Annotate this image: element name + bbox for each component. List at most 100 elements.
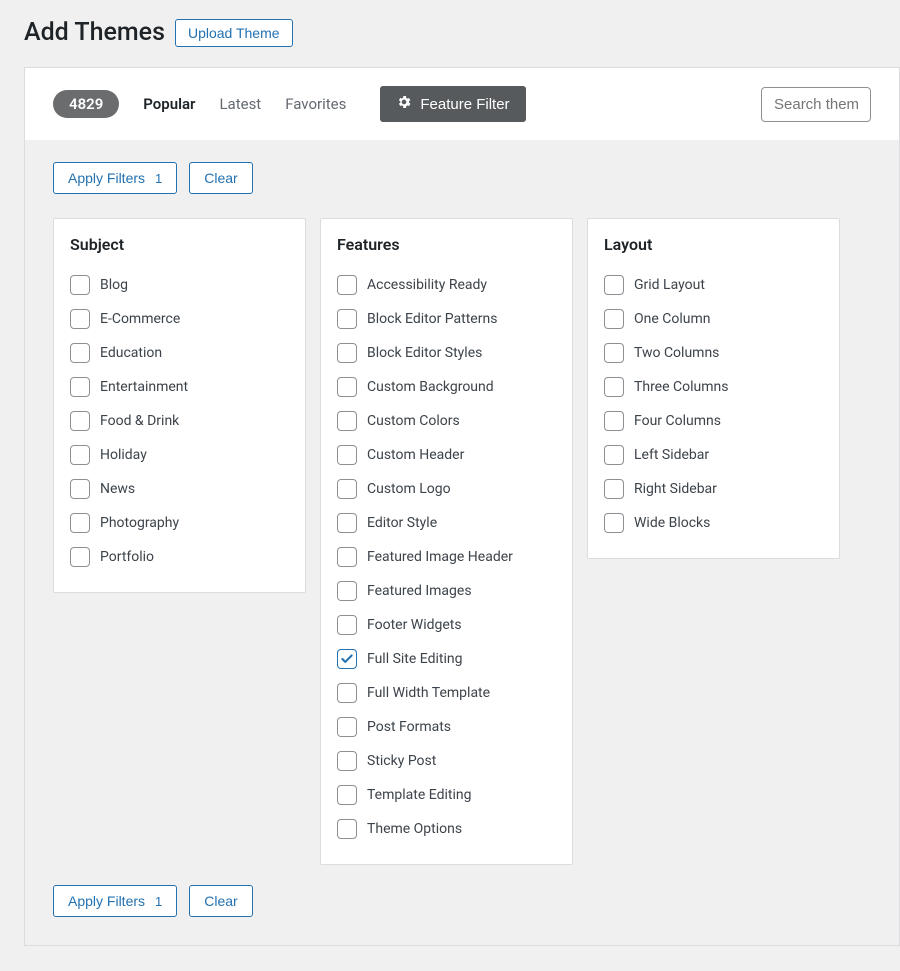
checkbox-icon (70, 275, 90, 295)
filter-item-label: Full Width Template (367, 685, 490, 701)
filter-checkbox-item[interactable]: Full Site Editing (337, 642, 556, 676)
filter-checkbox-item[interactable]: Education (70, 336, 289, 370)
filter-body: Apply Filters 1 Clear Subject Blog E-Comm… (25, 140, 899, 945)
filter-checkbox-item[interactable]: Editor Style (337, 506, 556, 540)
filter-checkbox-item[interactable]: News (70, 472, 289, 506)
filter-item-label: Footer Widgets (367, 617, 462, 633)
filter-item-label: Editor Style (367, 515, 437, 531)
filter-checkbox-item[interactable]: Food & Drink (70, 404, 289, 438)
filter-item-label: Template Editing (367, 787, 471, 803)
filter-checkbox-item[interactable]: Block Editor Styles (337, 336, 556, 370)
checkbox-icon (70, 479, 90, 499)
filter-checkbox-item[interactable]: One Column (604, 302, 823, 336)
apply-filters-button-bottom[interactable]: Apply Filters 1 (53, 885, 177, 917)
filter-checkbox-item[interactable]: Photography (70, 506, 289, 540)
filter-item-label: Food & Drink (100, 413, 179, 429)
checkbox-icon (70, 309, 90, 329)
header: Add Themes Upload Theme (24, 18, 900, 47)
checkbox-icon (337, 785, 357, 805)
checkbox-icon (70, 445, 90, 465)
filter-item-label: Portfolio (100, 549, 154, 565)
filter-item-label: Custom Background (367, 379, 494, 395)
filter-item-label: Sticky Post (367, 753, 436, 769)
filter-item-label: Custom Logo (367, 481, 451, 497)
checkbox-icon (604, 309, 624, 329)
filter-columns: Subject Blog E-Commerce Education Entertain… (53, 218, 871, 865)
search-input[interactable] (761, 87, 871, 122)
apply-filters-label: Apply Filters (68, 170, 145, 186)
filter-checkbox-item[interactable]: Accessibility Ready (337, 268, 556, 302)
filter-checkbox-item[interactable]: Full Width Template (337, 676, 556, 710)
tab-popular[interactable]: Popular (143, 95, 195, 113)
filter-checkbox-item[interactable]: Theme Options (337, 812, 556, 846)
filter-checkbox-item[interactable]: Wide Blocks (604, 506, 823, 540)
checkbox-icon (337, 343, 357, 363)
column-title-subject: Subject (70, 235, 289, 254)
checkbox-icon (604, 343, 624, 363)
tab-latest[interactable]: Latest (219, 95, 261, 113)
filter-checkbox-item[interactable]: Four Columns (604, 404, 823, 438)
checkbox-icon (337, 547, 357, 567)
filter-checkbox-item[interactable]: Post Formats (337, 710, 556, 744)
feature-filter-button[interactable]: Feature Filter (380, 86, 525, 122)
filter-item-label: Blog (100, 277, 128, 293)
filter-checkbox-item[interactable]: Left Sidebar (604, 438, 823, 472)
filter-item-label: Left Sidebar (634, 447, 709, 463)
filter-item-label: Holiday (100, 447, 147, 463)
filter-checkbox-item[interactable]: Featured Image Header (337, 540, 556, 574)
checkbox-icon (337, 309, 357, 329)
themes-panel: 4829 Popular Latest Favorites Feature Fi… (24, 67, 900, 946)
clear-button[interactable]: Clear (189, 162, 252, 194)
browse-bar: 4829 Popular Latest Favorites Feature Fi… (25, 68, 899, 140)
filter-item-label: Block Editor Patterns (367, 311, 497, 327)
filter-checkbox-item[interactable]: Template Editing (337, 778, 556, 812)
filter-item-label: One Column (634, 311, 711, 327)
checkbox-icon (604, 513, 624, 533)
column-subject: Subject Blog E-Commerce Education Entertain… (53, 218, 306, 593)
filter-checkbox-item[interactable]: Grid Layout (604, 268, 823, 302)
filter-item-label: E-Commerce (100, 311, 180, 327)
filter-checkbox-item[interactable]: Two Columns (604, 336, 823, 370)
filter-item-label: Featured Images (367, 583, 472, 599)
checkbox-icon (337, 377, 357, 397)
filter-checkbox-item[interactable]: Portfolio (70, 540, 289, 574)
clear-button-bottom[interactable]: Clear (189, 885, 252, 917)
filter-checkbox-item[interactable]: E-Commerce (70, 302, 289, 336)
filter-item-label: Entertainment (100, 379, 188, 395)
checkbox-icon (337, 683, 357, 703)
filter-item-label: Featured Image Header (367, 549, 513, 565)
filter-checkbox-item[interactable]: Footer Widgets (337, 608, 556, 642)
filter-checkbox-item[interactable]: Sticky Post (337, 744, 556, 778)
filter-checkbox-item[interactable]: Right Sidebar (604, 472, 823, 506)
checkbox-icon (70, 547, 90, 567)
filter-checkbox-item[interactable]: Featured Images (337, 574, 556, 608)
checkbox-icon (337, 275, 357, 295)
apply-filters-button[interactable]: Apply Filters 1 (53, 162, 177, 194)
tab-favorites[interactable]: Favorites (285, 95, 346, 113)
filter-item-label: Theme Options (367, 821, 462, 837)
page-title: Add Themes (24, 18, 165, 47)
filter-checkbox-item[interactable]: Custom Header (337, 438, 556, 472)
checkbox-icon (604, 479, 624, 499)
filter-item-label: Wide Blocks (634, 515, 710, 531)
filter-checkbox-item[interactable]: Three Columns (604, 370, 823, 404)
filter-checkbox-item[interactable]: Custom Background (337, 370, 556, 404)
filter-checkbox-item[interactable]: Custom Logo (337, 472, 556, 506)
column-layout: Layout Grid Layout One Column Two Columns T… (587, 218, 840, 559)
filter-checkbox-item[interactable]: Block Editor Patterns (337, 302, 556, 336)
checkbox-icon (337, 717, 357, 737)
filter-checkbox-item[interactable]: Custom Colors (337, 404, 556, 438)
filter-checkbox-item[interactable]: Blog (70, 268, 289, 302)
filter-item-label: Photography (100, 515, 179, 531)
filter-checkbox-item[interactable]: Entertainment (70, 370, 289, 404)
checkbox-icon (70, 343, 90, 363)
filter-item-label: Grid Layout (634, 277, 705, 293)
filter-item-label: Four Columns (634, 413, 721, 429)
checkbox-icon (70, 411, 90, 431)
filter-item-label: Three Columns (634, 379, 728, 395)
upload-theme-button[interactable]: Upload Theme (175, 19, 293, 47)
filter-item-label: Right Sidebar (634, 481, 717, 497)
checkbox-icon (70, 513, 90, 533)
filter-checkbox-item[interactable]: Holiday (70, 438, 289, 472)
column-title-layout: Layout (604, 235, 823, 254)
